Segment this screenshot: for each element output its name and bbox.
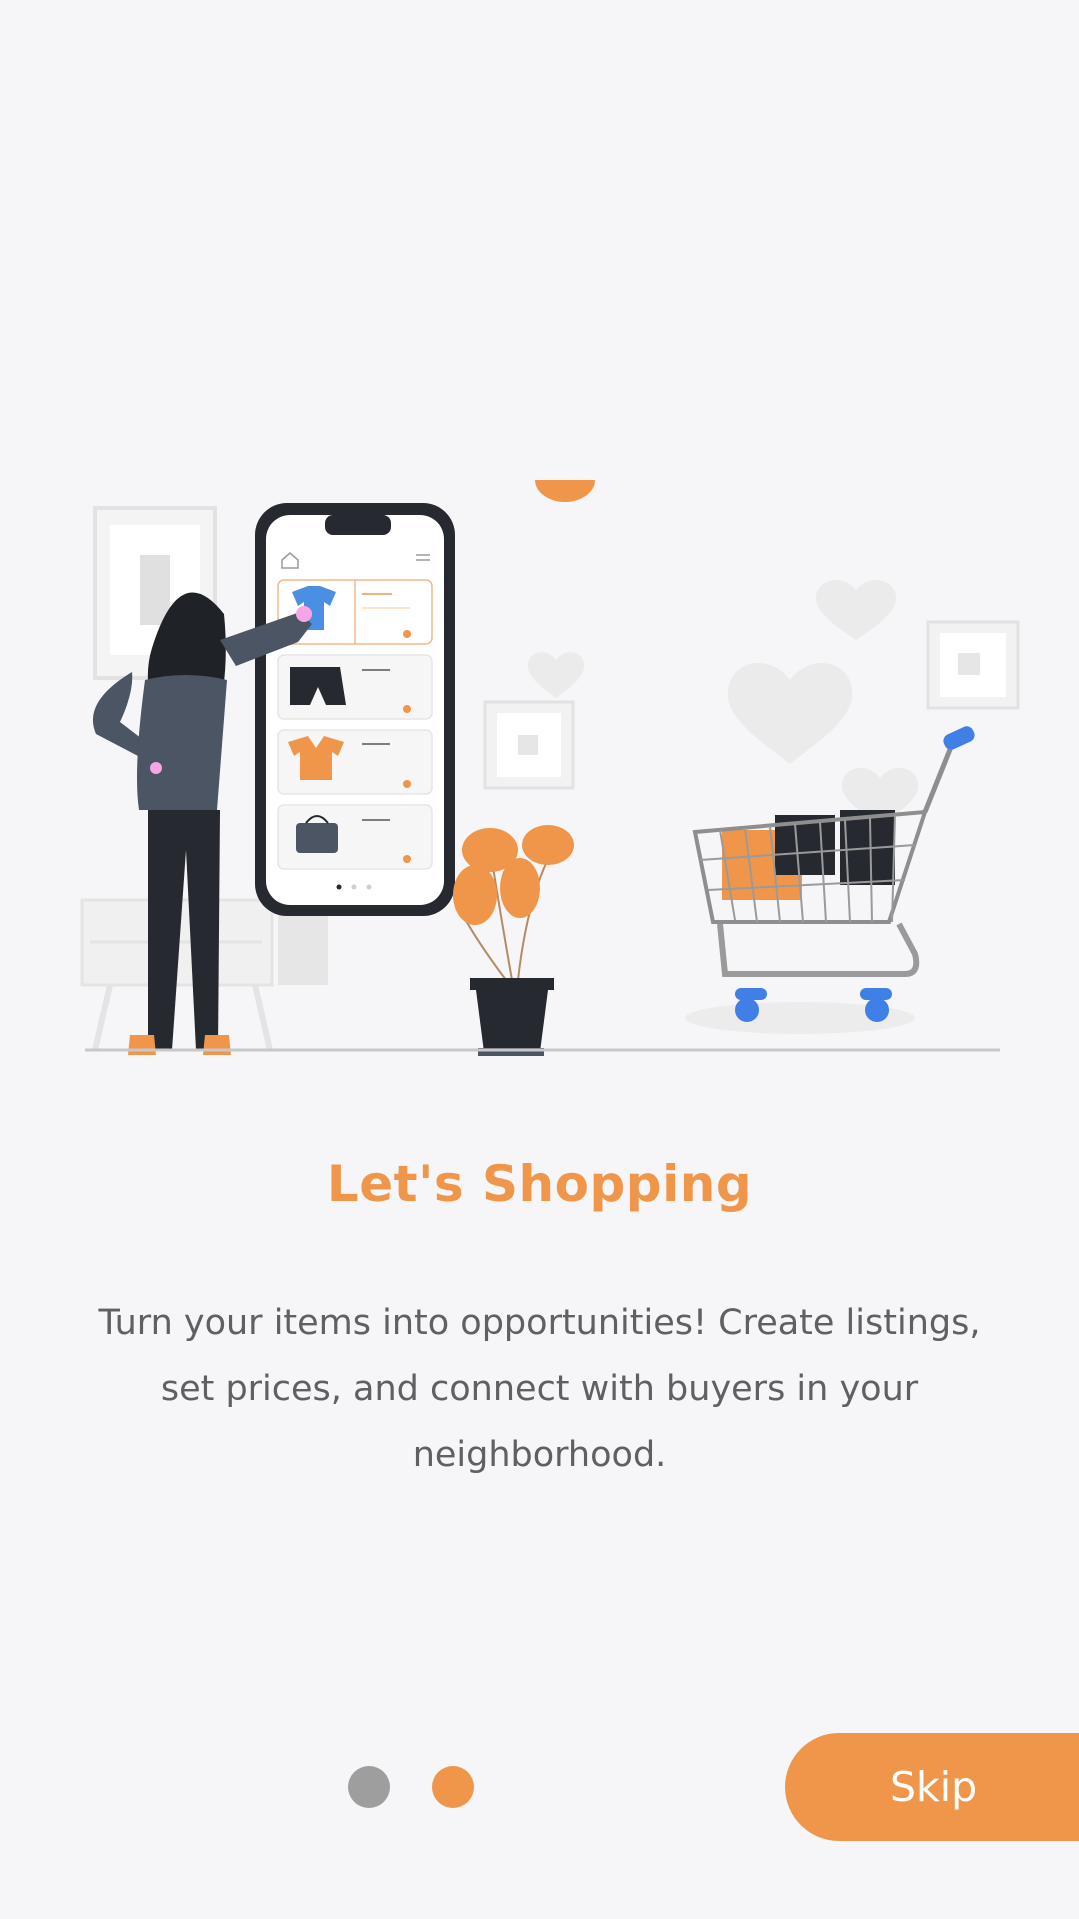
picture-frame-icon xyxy=(926,620,1020,710)
page-indicator xyxy=(348,1766,474,1808)
skip-button[interactable]: Skip xyxy=(785,1733,1079,1841)
onboarding-title: Let's Shopping xyxy=(326,1155,753,1213)
bag-icon xyxy=(277,804,433,870)
shopping-cart-icon xyxy=(685,726,975,1034)
shopping-illustration xyxy=(80,480,1020,1056)
jacket-icon xyxy=(277,729,433,795)
smartphone xyxy=(255,503,455,916)
onboarding-description: Turn your items into opportunities! Crea… xyxy=(98,1303,981,1475)
shorts-icon xyxy=(277,654,433,720)
page-dot-1[interactable] xyxy=(348,1766,390,1808)
picture-frame-icon xyxy=(483,700,575,790)
skip-button-label: Skip xyxy=(890,1763,978,1811)
page-dot-2[interactable] xyxy=(432,1766,474,1808)
heart-icon xyxy=(527,579,919,824)
